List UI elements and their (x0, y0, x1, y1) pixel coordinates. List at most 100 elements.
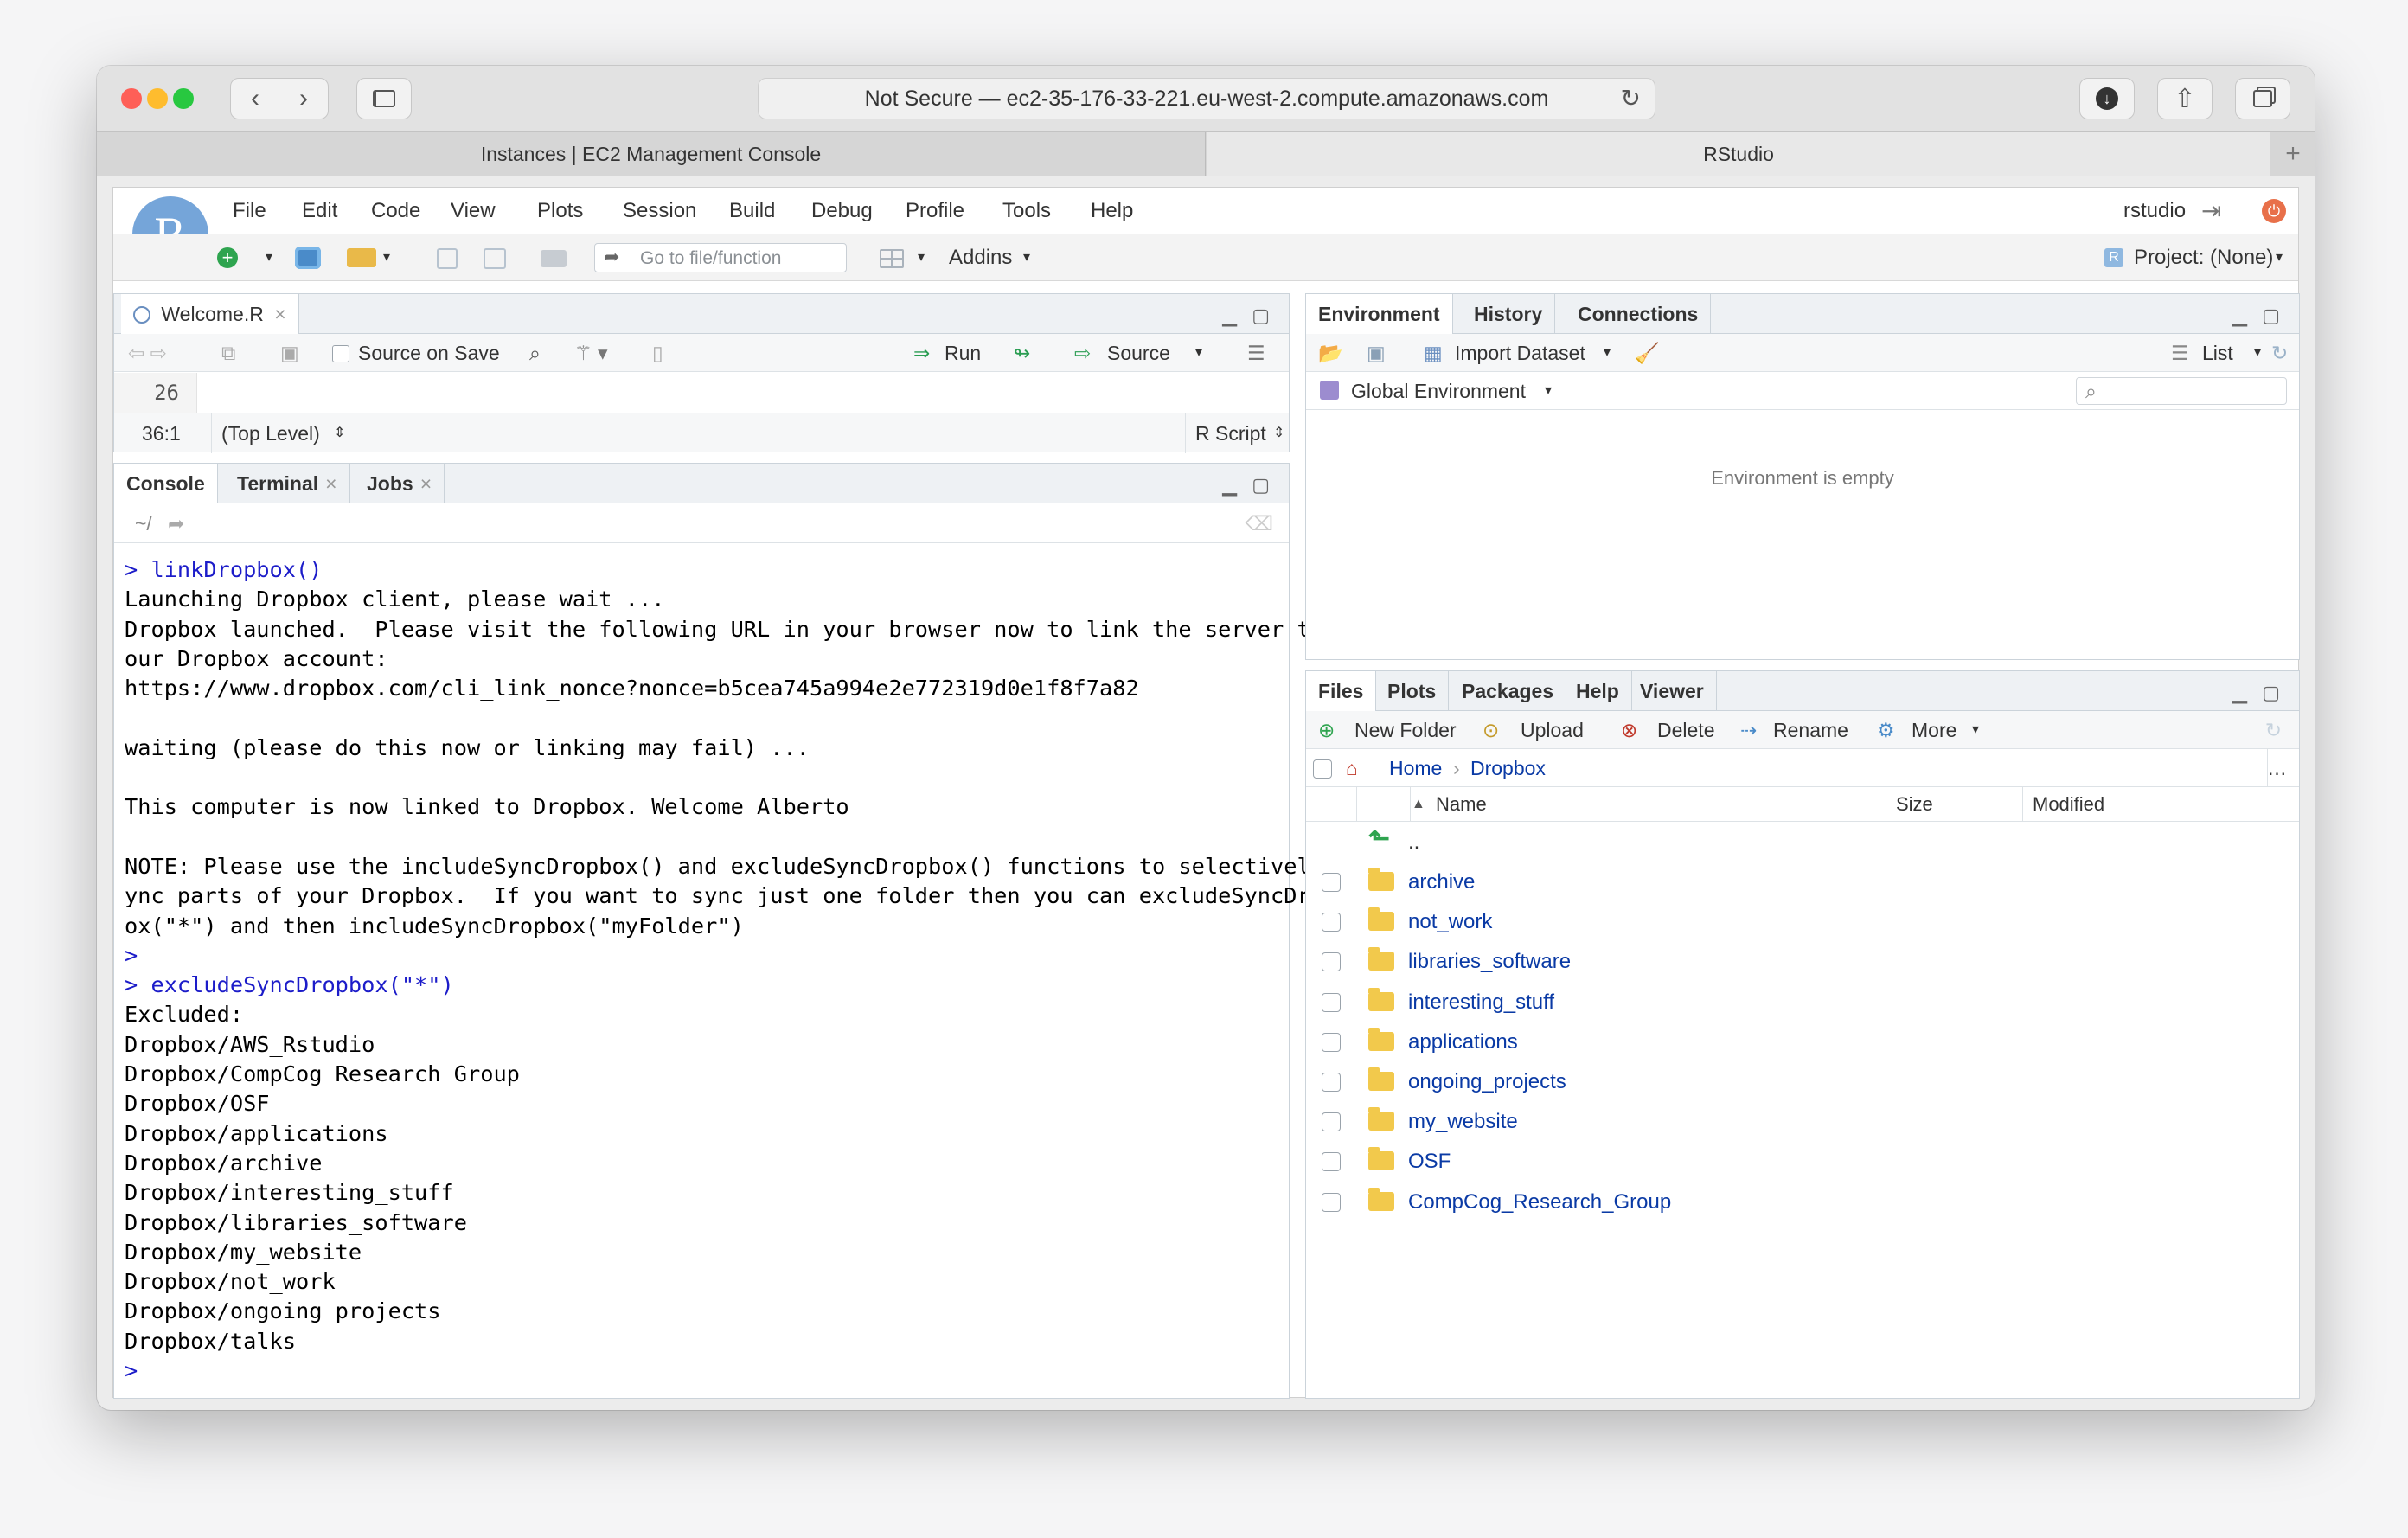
menu-tools[interactable]: Tools (1002, 188, 1051, 234)
addins-menu[interactable]: Addins (949, 234, 1012, 281)
file-row[interactable]: OSF (1306, 1141, 2299, 1181)
new-project-icon[interactable] (295, 247, 321, 269)
project-menu[interactable]: Project: (None) (2134, 234, 2273, 281)
forward-button[interactable]: › (279, 78, 329, 119)
rename-button[interactable]: Rename (1773, 711, 1848, 749)
power-icon[interactable]: ⏻ (2262, 199, 2286, 223)
show-in-window-icon[interactable]: ⧉ (221, 334, 235, 372)
outline-icon[interactable]: ☰ (1247, 334, 1265, 372)
close-icon[interactable]: × (325, 472, 336, 495)
chevron-down-icon[interactable]: ▾ (1195, 334, 1202, 372)
menu-view[interactable]: View (451, 188, 496, 234)
menu-debug[interactable]: Debug (811, 188, 873, 234)
magic-wand-icon[interactable]: ⚚ ▾ (574, 334, 608, 372)
chevron-down-icon[interactable]: ▾ (1972, 711, 1979, 749)
more-button[interactable]: More (1912, 711, 1956, 749)
menu-code[interactable]: Code (371, 188, 420, 234)
file-checkbox[interactable] (1322, 1152, 1341, 1172)
import-dataset-button[interactable]: Import Dataset (1455, 334, 1585, 372)
file-row[interactable]: libraries_software (1306, 941, 2299, 981)
menu-help[interactable]: Help (1091, 188, 1133, 234)
new-folder-button[interactable]: New Folder (1354, 711, 1457, 749)
editor-area[interactable] (198, 373, 1289, 413)
select-all-checkbox[interactable] (1313, 759, 1332, 779)
chevron-down-icon[interactable]: ▾ (266, 234, 272, 281)
breadcrumb-home[interactable]: Home (1389, 749, 1442, 787)
rerun-icon[interactable]: ↬ (1014, 334, 1030, 372)
column-name[interactable]: Name (1436, 787, 1487, 822)
file-checkbox[interactable] (1322, 992, 1341, 1012)
menu-build[interactable]: Build (729, 188, 775, 234)
file-checkbox[interactable] (1322, 1192, 1341, 1212)
file-checkbox[interactable] (1322, 1073, 1341, 1092)
browser-tab-rstudio[interactable]: RStudio (1207, 132, 2270, 176)
source-on-save-checkbox[interactable] (332, 345, 349, 362)
file-row[interactable]: applications (1306, 1022, 2299, 1061)
file-name-link[interactable]: applications (1408, 1030, 1518, 1054)
menu-plots[interactable]: Plots (537, 188, 583, 234)
grid-icon[interactable] (880, 249, 904, 268)
file-type-selector[interactable]: R Script (1195, 413, 1266, 453)
close-icon[interactable]: × (420, 472, 432, 495)
sidebar-toggle-button[interactable] (356, 78, 412, 119)
new-file-icon[interactable]: + (217, 247, 238, 268)
maximize-pane-icon[interactable]: ▢ (1252, 304, 1270, 327)
clear-console-icon[interactable]: ⌫ (1245, 503, 1273, 543)
maximize-pane-icon[interactable]: ▢ (1252, 474, 1270, 497)
broom-icon[interactable]: 🧹 (1635, 334, 1660, 372)
open-file-icon[interactable] (347, 248, 376, 267)
reload-icon[interactable]: ↻ (1621, 79, 1641, 119)
tab-console[interactable]: Console (114, 464, 218, 504)
tab-help[interactable]: Help (1564, 671, 1632, 711)
tab-terminal[interactable]: Terminal × (225, 464, 350, 503)
chevron-down-icon[interactable]: ▾ (1023, 234, 1030, 281)
scope-selector[interactable]: (Top Level) (221, 413, 320, 453)
tab-viewer[interactable]: Viewer (1628, 671, 1717, 711)
delete-button[interactable]: Delete (1657, 711, 1714, 749)
tab-welcome-r[interactable]: Welcome.R × (121, 294, 299, 335)
file-checkbox[interactable] (1322, 1112, 1341, 1132)
compile-report-icon[interactable]: ▯ (652, 334, 663, 372)
menu-edit[interactable]: Edit (302, 188, 337, 234)
breadcrumb-dropbox[interactable]: Dropbox (1470, 749, 1546, 787)
environment-search-input[interactable]: ⌕ (2076, 377, 2287, 405)
file-checkbox[interactable] (1322, 952, 1341, 972)
back-button[interactable]: ‹ (230, 78, 280, 119)
menu-session[interactable]: Session (623, 188, 696, 234)
close-icon[interactable]: × (274, 303, 285, 325)
chevron-down-icon[interactable]: ▾ (1604, 334, 1611, 372)
chevron-down-icon[interactable]: ▾ (383, 234, 390, 281)
tab-environment[interactable]: Environment (1306, 294, 1453, 335)
file-name-link[interactable]: OSF (1408, 1150, 1451, 1174)
run-button[interactable]: Run (945, 334, 981, 372)
minimize-pane-icon[interactable]: ▁ (2232, 682, 2247, 704)
tab-connections[interactable]: Connections (1566, 294, 1712, 334)
sign-out-icon[interactable]: ⇥ (2201, 188, 2221, 234)
back-arrow-icon[interactable]: ⇦ ⇨ (128, 334, 167, 372)
parent-directory-link[interactable]: .. (1408, 830, 1419, 855)
file-row[interactable]: archive (1306, 862, 2299, 901)
minimize-pane-icon[interactable]: ▁ (2232, 304, 2247, 327)
menu-profile[interactable]: Profile (906, 188, 964, 234)
zoom-window-button[interactable] (173, 88, 194, 109)
tab-packages[interactable]: Packages (1450, 671, 1567, 711)
show-tabs-button[interactable] (2235, 78, 2290, 119)
maximize-pane-icon[interactable]: ▢ (2262, 682, 2280, 704)
file-name-link[interactable]: archive (1408, 870, 1475, 894)
minimize-window-button[interactable] (147, 88, 168, 109)
search-icon[interactable]: ⌕ (529, 334, 541, 372)
tab-history[interactable]: History (1462, 294, 1556, 334)
file-name-link[interactable]: CompCog_Research_Group (1408, 1190, 1671, 1214)
menu-file[interactable]: File (233, 188, 266, 234)
tab-jobs[interactable]: Jobs × (355, 464, 445, 503)
print-icon[interactable] (541, 250, 567, 267)
file-checkbox[interactable] (1322, 1032, 1341, 1052)
chevron-down-icon[interactable]: ▾ (2254, 334, 2261, 372)
file-row[interactable]: my_website (1306, 1101, 2299, 1141)
minimize-pane-icon[interactable]: ▁ (1222, 304, 1237, 327)
minimize-pane-icon[interactable]: ▁ (1222, 474, 1237, 497)
go-to-directory-icon[interactable]: ➦ (168, 503, 184, 543)
save-icon[interactable]: ▣ (280, 334, 299, 372)
console-output[interactable]: > linkDropbox() Launching Dropbox client,… (125, 555, 1349, 1386)
file-name-link[interactable]: libraries_software (1408, 950, 1571, 974)
